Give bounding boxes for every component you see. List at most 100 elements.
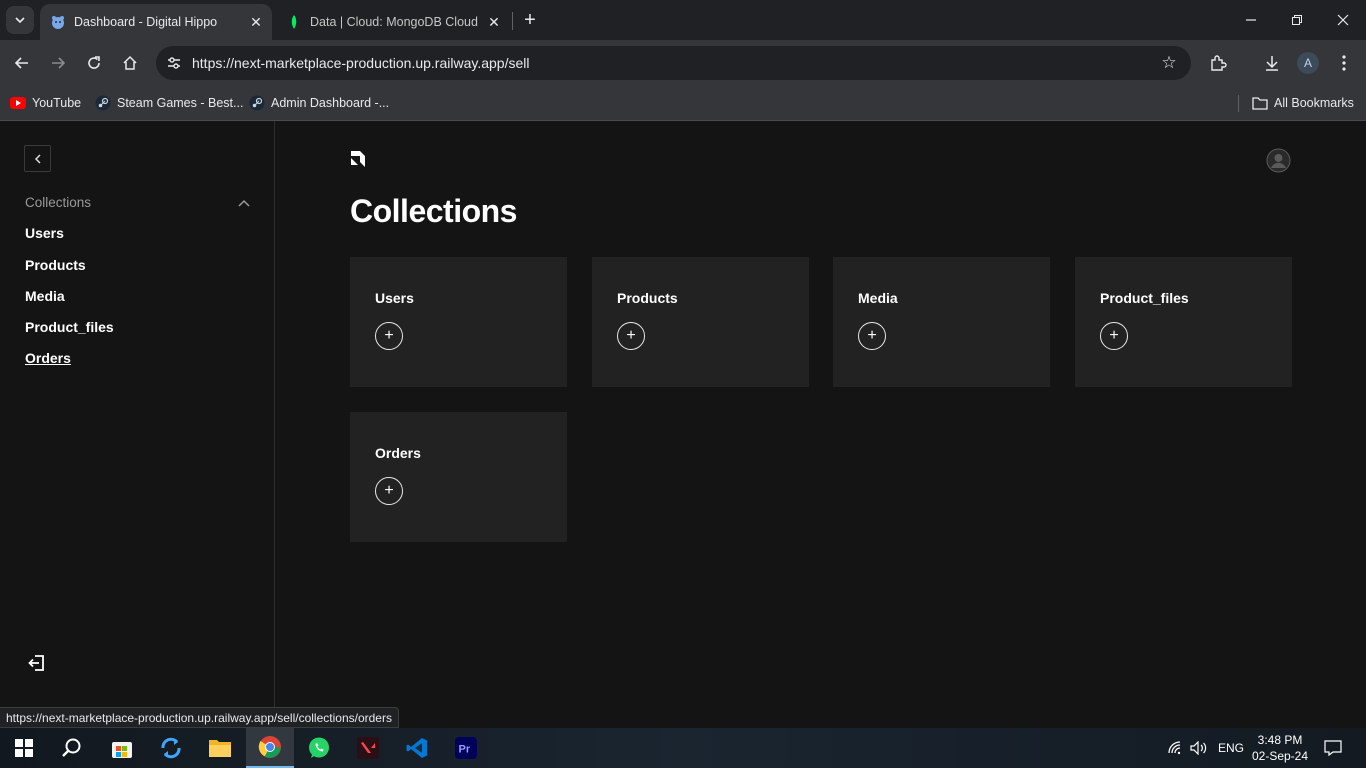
card-title: Product_files [1100,290,1189,306]
bookmark-steam[interactable]: Steam Games - Best... [95,92,243,114]
bookmarks-divider [1238,95,1239,112]
whatsapp-icon [309,737,329,758]
tab-title: Data | Cloud: MongoDB Cloud [310,15,478,29]
download-icon [1266,56,1278,71]
downloads-button[interactable] [1258,49,1286,77]
premiere-pro-icon: Pr [455,737,477,759]
input-language[interactable]: ENG [1218,728,1244,768]
all-bookmarks-button[interactable]: All Bookmarks [1252,92,1354,114]
store-icon [112,742,132,758]
card-title: Media [858,290,898,306]
tab-mongodb[interactable]: Data | Cloud: MongoDB Cloud ✕ [278,4,510,40]
back-button[interactable] [8,49,36,77]
card-title: Users [375,290,414,306]
nav-group-label: Collections [25,195,92,210]
collapse-sidebar-button[interactable] [24,145,51,172]
reload-button[interactable] [80,49,108,77]
minimize-button[interactable] [1228,0,1274,40]
sidebar-item-users[interactable]: Users [25,225,64,241]
new-tab-button[interactable]: + [518,8,542,32]
bookmarks-bar: YouTube Steam Games - Best... Admin Dash… [0,86,1366,121]
browser-toolbar: https://next-marketplace-production.up.r… [0,40,1366,86]
taskbar-chrome[interactable] [246,728,294,768]
logout-button[interactable] [26,652,48,674]
taskbar-vscode[interactable] [393,728,441,768]
home-button[interactable] [116,49,144,77]
account-avatar-icon[interactable] [1266,148,1291,173]
tab-title: Dashboard - Digital Hippo [74,15,218,29]
taskbar-whatsapp[interactable] [295,728,343,768]
clock-time: 3:48 PM [1257,733,1303,747]
sync-icon [161,737,181,759]
tab-dashboard[interactable]: Dashboard - Digital Hippo ✕ [40,4,272,40]
taskbar-search-button[interactable] [48,728,96,768]
taskbar-valorant[interactable] [344,728,392,768]
collection-card-users[interactable]: Users + [350,257,567,387]
sidebar-item-media[interactable]: Media [25,288,65,304]
sidebar-item-product-files[interactable]: Product_files [25,319,114,335]
notifications-button[interactable] [1324,728,1342,768]
extensions-button[interactable] [1204,49,1232,77]
folder-icon [209,740,231,757]
site-info-icon[interactable] [164,53,184,73]
collection-card-orders[interactable]: Orders + [350,412,567,542]
bookmark-admin-dashboard[interactable]: Admin Dashboard -... [249,92,389,114]
add-product-files-button[interactable]: + [1100,322,1128,350]
collection-card-media[interactable]: Media + [833,257,1050,387]
taskbar-store[interactable] [98,728,146,768]
close-tab-icon[interactable]: ✕ [246,12,266,32]
add-orders-button[interactable]: + [375,477,403,505]
bookmark-youtube[interactable]: YouTube [10,92,81,114]
browser-menu-button[interactable] [1330,49,1358,77]
bookmark-label: Steam Games - Best... [117,96,244,110]
mongodb-leaf-icon [286,14,302,30]
add-users-button[interactable]: + [375,322,403,350]
address-bar[interactable]: https://next-marketplace-production.up.r… [156,46,1191,80]
sidebar: Collections Users Products Media Product… [0,121,275,728]
windows-logo-icon [15,739,33,757]
reload-icon [88,56,100,69]
sidebar-item-orders[interactable]: Orders [25,350,71,366]
close-tab-icon[interactable]: ✕ [484,12,504,32]
profile-avatar[interactable]: A [1297,52,1319,74]
more-vertical-icon [1342,55,1346,71]
minimize-icon [1246,19,1256,21]
taskbar-premiere-pro[interactable]: Pr [442,728,490,768]
steam-icon [95,95,111,111]
taskbar-sync-app[interactable] [147,728,195,768]
volume-control[interactable] [1190,728,1208,768]
system-clock[interactable]: 3:48 PM 02-Sep-24 [1250,732,1310,764]
nav-group-collections[interactable]: Collections [25,195,250,210]
page-title: Collections [350,193,517,229]
collection-card-product-files[interactable]: Product_files + [1075,257,1292,387]
chevron-left-icon [34,153,41,164]
arrow-right-icon [52,57,66,69]
search-icon [62,738,81,757]
tab-divider [512,12,513,30]
sidebar-item-products[interactable]: Products [25,257,86,273]
card-title: Products [617,290,678,306]
wifi-status[interactable] [1168,728,1184,768]
chrome-icon [258,736,281,758]
clock-date: 02-Sep-24 [1251,749,1309,763]
start-button[interactable] [0,728,48,768]
svg-text:Pr: Pr [459,744,471,756]
card-title: Orders [375,445,421,461]
bookmark-label: YouTube [32,96,82,110]
tab-search-button[interactable] [6,6,34,34]
close-window-button[interactable] [1320,0,1366,40]
url-text[interactable]: https://next-marketplace-production.up.r… [192,55,1155,71]
speaker-icon [1190,741,1207,755]
add-products-button[interactable]: + [617,322,645,350]
close-icon [1337,14,1349,26]
hippo-favicon-icon [50,14,66,30]
forward-button[interactable] [44,49,72,77]
bookmark-label: Admin Dashboard -... [271,96,390,110]
restore-button[interactable] [1274,0,1320,40]
taskbar-file-explorer[interactable] [196,728,244,768]
all-bookmarks-label: All Bookmarks [1274,96,1354,110]
bookmark-star-icon[interactable]: ☆ [1155,49,1183,77]
app-logo-icon[interactable] [350,150,368,168]
collection-card-products[interactable]: Products + [592,257,809,387]
add-media-button[interactable]: + [858,322,886,350]
